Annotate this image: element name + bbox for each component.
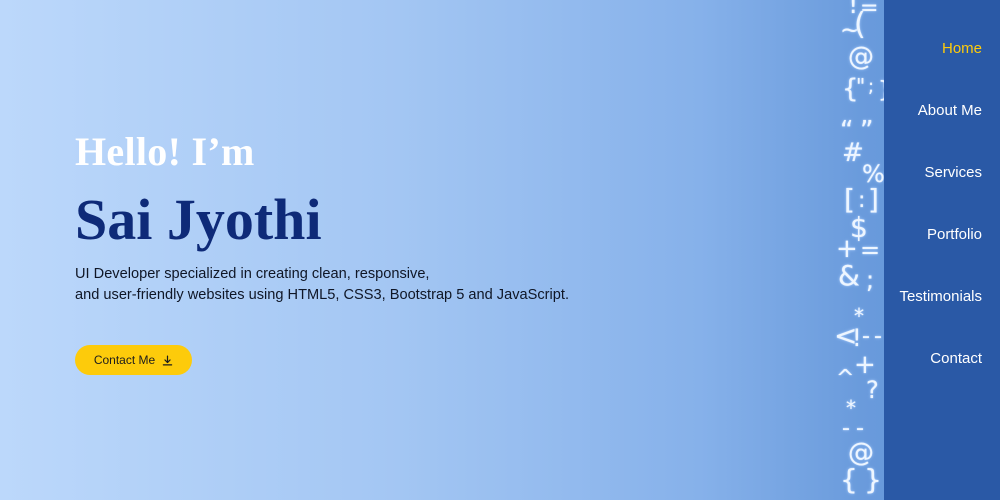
- symbol-glyph: ^: [836, 366, 855, 391]
- hero-description: UI Developer specialized in creating cle…: [75, 264, 715, 306]
- symbol-glyph: ": [856, 74, 866, 98]
- symbol-glyph: &: [838, 259, 860, 292]
- contact-me-label: Contact Me: [93, 353, 156, 367]
- hero-description-line-1: UI Developer specialized in creating cle…: [75, 266, 430, 282]
- hero-description-line-2: and user-friendly websites using HTML5, …: [75, 287, 569, 303]
- symbol-glyph: =: [860, 236, 881, 264]
- nav-item-portfolio[interactable]: Portfolio: [927, 226, 982, 243]
- nav-item-contact[interactable]: Contact: [930, 350, 982, 367]
- symbol-glyph: (: [854, 7, 866, 42]
- symbol-glyph: }: [864, 463, 882, 496]
- hero-name: Sai Jyothi: [75, 187, 322, 252]
- hero-greeting: Hello! I’m: [75, 129, 255, 174]
- symbol-glyph: [: [844, 183, 855, 216]
- code-symbols-decoration: ! = ~ ( @ { " ; } “ ” # % [ : ] $ + = & …: [828, 0, 888, 500]
- contact-me-button[interactable]: Contact Me: [75, 345, 192, 375]
- main-nav: Home About Me Services Portfolio Testimo…: [884, 0, 1000, 500]
- hero-section: Hello! I’m Sai Jyothi UI Developer speci…: [0, 0, 1000, 500]
- symbol-glyph: :: [858, 188, 866, 213]
- nav-item-home[interactable]: Home: [942, 40, 982, 57]
- symbol-glyph: -: [842, 416, 850, 441]
- nav-item-testimonials[interactable]: Testimonials: [899, 288, 982, 305]
- symbol-glyph: ;: [866, 266, 875, 294]
- symbol-glyph: -: [874, 324, 882, 349]
- download-icon: [162, 355, 173, 365]
- symbol-glyph: +: [854, 350, 876, 380]
- symbol-glyph: ?: [866, 376, 879, 404]
- nav-item-services[interactable]: Services: [924, 164, 982, 181]
- symbol-glyph: -: [856, 416, 864, 441]
- symbol-glyph: {: [840, 463, 858, 496]
- symbol-glyph: !: [852, 324, 862, 352]
- symbol-glyph: ;: [868, 76, 875, 97]
- symbol-glyph: -: [862, 324, 870, 349]
- symbol-glyph: ]: [868, 183, 879, 216]
- nav-item-about-me[interactable]: About Me: [918, 102, 982, 119]
- symbol-glyph: #: [842, 138, 864, 168]
- hero-content: Hello! I’m Sai Jyothi UI Developer speci…: [75, 128, 715, 306]
- symbol-glyph: *: [846, 396, 856, 420]
- symbol-glyph: @: [848, 42, 874, 72]
